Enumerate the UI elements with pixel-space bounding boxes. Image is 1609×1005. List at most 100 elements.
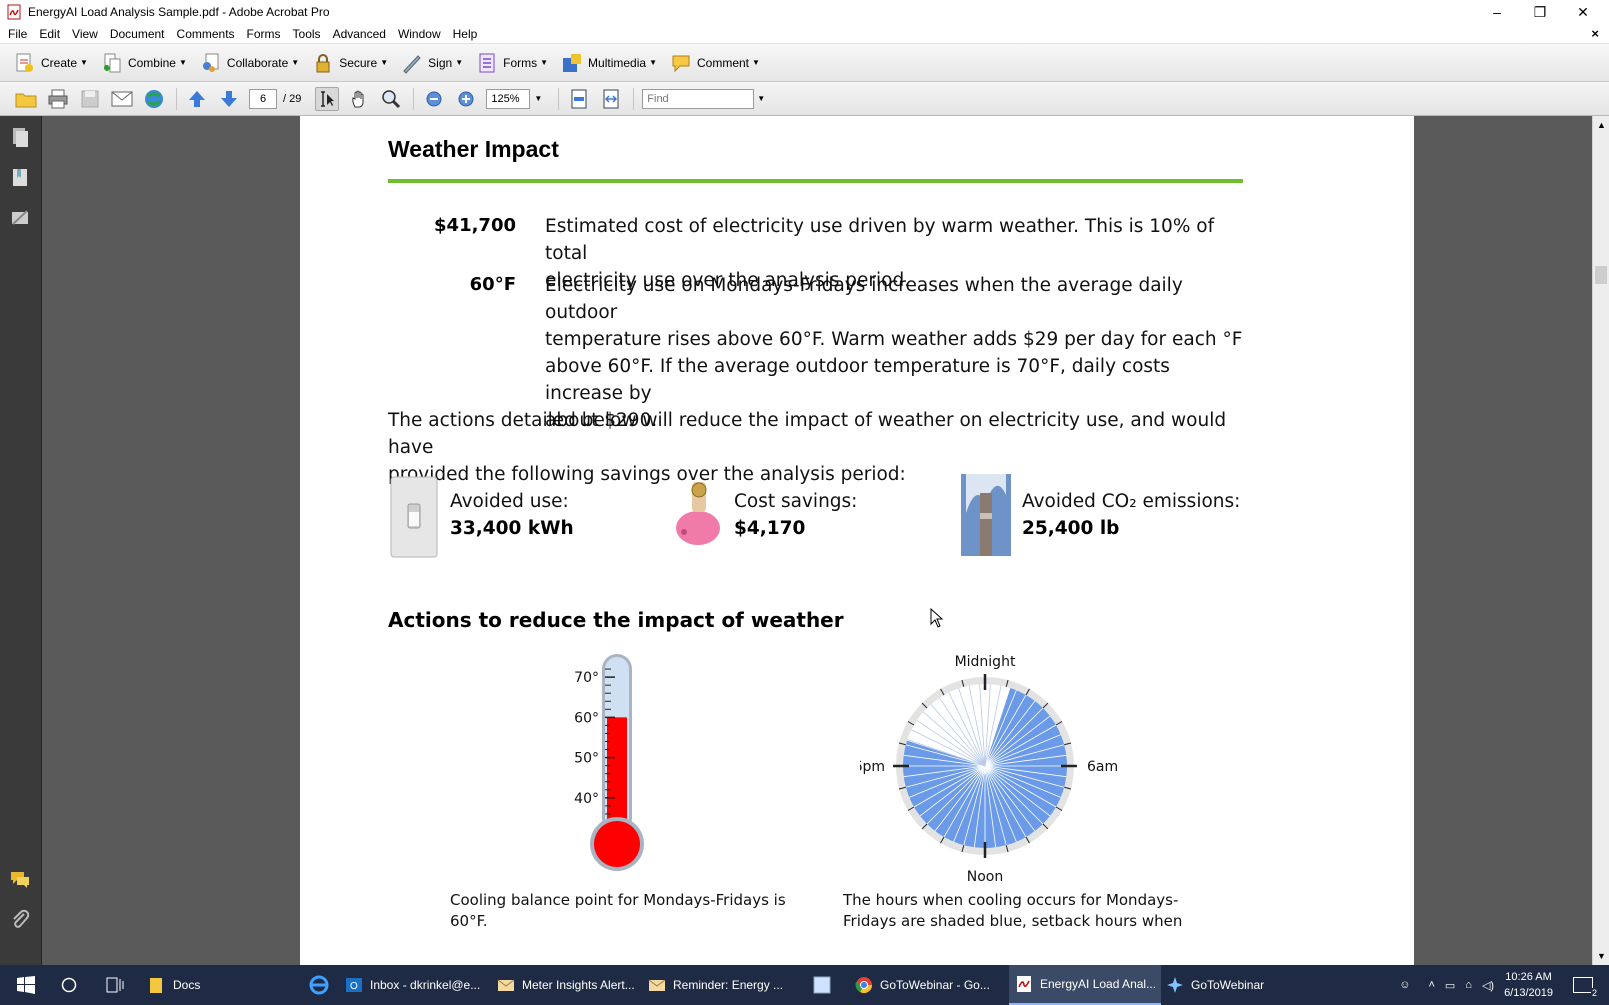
- taskbar-label: EnergyAI Load Anal...: [1040, 977, 1157, 991]
- menu-edit[interactable]: Edit: [39, 27, 60, 41]
- zoom-level-input[interactable]: 125%: [486, 88, 531, 109]
- menu-forms[interactable]: Forms: [247, 27, 281, 41]
- taskbar-acrobat-active[interactable]: EnergyAI Load Anal...: [1009, 965, 1161, 1005]
- network-icon[interactable]: ⌂: [1465, 979, 1472, 991]
- create-button[interactable]: Create ▼: [14, 52, 88, 74]
- scroll-up-icon[interactable]: ▲: [1597, 120, 1606, 130]
- notifications-icon[interactable]: 2: [1573, 977, 1598, 998]
- restore-button[interactable]: ❐: [1518, 0, 1562, 24]
- clock[interactable]: 10:26 AM 6/13/2019: [1504, 969, 1553, 1001]
- menu-bar: File Edit View Document Comments Forms T…: [0, 24, 1609, 44]
- clock-label-noon: Noon: [967, 869, 1003, 882]
- zoom-in-button[interactable]: [454, 87, 478, 111]
- open-button[interactable]: [14, 87, 38, 111]
- collaborate-label: Collaborate: [226, 55, 289, 70]
- forms-label: Forms: [503, 55, 538, 70]
- previous-page-button[interactable]: [185, 87, 209, 111]
- comment-button[interactable]: Comment ▼: [670, 52, 760, 74]
- secure-button[interactable]: Secure ▼: [312, 52, 388, 74]
- menu-tools[interactable]: Tools: [293, 27, 321, 41]
- save-button[interactable]: [78, 87, 102, 111]
- zoom-dropdown-caret-icon[interactable]: ▼: [534, 94, 542, 103]
- cooling-hours-clock-chart: Midnight 6am Noon 6pm: [860, 654, 1118, 882]
- bookmarks-panel-icon[interactable]: [9, 166, 31, 188]
- zoom-out-button[interactable]: [422, 87, 446, 111]
- thermometer-tick-label: 60°: [574, 710, 599, 726]
- menu-document[interactable]: Document: [110, 27, 165, 41]
- caret-down-icon: ▼: [455, 58, 464, 67]
- close-document-button[interactable]: ×: [1591, 26, 1599, 41]
- next-page-button[interactable]: [217, 87, 241, 111]
- scroll-down-icon[interactable]: ▼: [1597, 951, 1606, 961]
- create-label: Create: [41, 55, 78, 70]
- internet-explorer-icon[interactable]: [308, 974, 330, 996]
- comments-panel-icon[interactable]: [9, 868, 31, 890]
- signatures-panel-icon[interactable]: [9, 206, 31, 228]
- minimize-button[interactable]: –: [1475, 0, 1519, 24]
- fit-width-button[interactable]: [599, 87, 623, 111]
- thermometer-chart: 70° 60° 50° 40°: [574, 654, 644, 871]
- collaborate-button[interactable]: Collaborate ▼: [200, 52, 299, 74]
- battery-icon[interactable]: ▭: [1445, 979, 1455, 992]
- text-line: The hours when cooling occurs for Monday…: [843, 891, 1179, 909]
- taskbar-meter-insights[interactable]: Meter Insights Alert...: [497, 965, 645, 1005]
- fit-page-button[interactable]: [567, 87, 591, 111]
- taskbar-gotowebinar[interactable]: GoToWebinar: [1166, 965, 1316, 1005]
- windows-start-icon[interactable]: [17, 976, 35, 994]
- menu-file[interactable]: File: [8, 27, 27, 41]
- menu-window[interactable]: Window: [398, 27, 441, 41]
- taskbar-outlook-inbox[interactable]: O Inbox - dkrinkel@e...: [345, 965, 493, 1005]
- taskbar-label: GoToWebinar - Go...: [880, 978, 990, 992]
- taskbar-label: Reminder: Energy ...: [673, 978, 784, 992]
- smokestack-icon: [961, 474, 1011, 556]
- arrow-up-icon: [189, 90, 205, 107]
- caret-down-icon: ▼: [291, 58, 300, 67]
- volume-icon[interactable]: ◁): [1482, 979, 1494, 992]
- search-icon[interactable]: [61, 977, 77, 993]
- clock-label-6pm: 6pm: [860, 759, 885, 775]
- pages-panel-icon[interactable]: [9, 126, 31, 148]
- lock-icon: [316, 53, 330, 72]
- multimedia-label: Multimedia: [588, 55, 647, 70]
- attachments-panel-icon[interactable]: [9, 908, 31, 930]
- create-pdf-icon: [16, 53, 33, 72]
- email-button[interactable]: [110, 87, 134, 111]
- close-window-button[interactable]: ✕: [1561, 0, 1605, 24]
- thermometer-bulb: [594, 821, 640, 867]
- text-line: above 60°F. If the average outdoor tempe…: [545, 356, 1170, 404]
- find-dropdown-caret-icon[interactable]: ▼: [757, 94, 765, 103]
- menu-view[interactable]: View: [72, 27, 98, 41]
- chevron-up-icon[interactable]: ˄: [1428, 979, 1434, 991]
- taskbar-reminder[interactable]: Reminder: Energy ...: [648, 965, 796, 1005]
- people-icon[interactable]: ☺: [1399, 979, 1410, 991]
- notepad-icon[interactable]: [812, 975, 832, 995]
- thermometer-tick-label: 70°: [574, 670, 599, 686]
- select-tool-button[interactable]: [315, 86, 340, 111]
- forms-button[interactable]: Forms ▼: [476, 52, 548, 74]
- clock-caption: The hours when cooling occurs for Monday…: [843, 890, 1203, 932]
- find-input[interactable]: Find: [642, 88, 755, 109]
- caret-down-icon: ▼: [752, 58, 760, 67]
- title-divider: [388, 179, 1243, 183]
- menu-comments[interactable]: Comments: [177, 27, 235, 41]
- scroll-thumb[interactable]: [1595, 266, 1607, 284]
- metric-value: $4,170: [734, 518, 806, 539]
- vertical-scrollbar[interactable]: ▲ ▼: [1592, 116, 1609, 965]
- page-number-input[interactable]: 6: [249, 88, 277, 109]
- print-button[interactable]: [46, 87, 70, 111]
- stat-value: $41,700: [434, 215, 516, 236]
- share-button[interactable]: [142, 87, 166, 111]
- sign-button[interactable]: Sign ▼: [401, 52, 463, 74]
- date: 6/13/2019: [1504, 987, 1553, 999]
- multimedia-button[interactable]: Multimedia ▼: [561, 52, 657, 74]
- menu-help[interactable]: Help: [453, 27, 478, 41]
- comment-label: Comment: [696, 55, 749, 70]
- taskbar-docs[interactable]: Docs: [148, 965, 288, 1005]
- zoom-tool-button[interactable]: [379, 87, 403, 111]
- clock-label-midnight: Midnight: [955, 654, 1016, 670]
- task-view-icon[interactable]: [106, 977, 124, 993]
- combine-button[interactable]: Combine ▼: [101, 52, 187, 74]
- hand-tool-button[interactable]: [347, 87, 371, 111]
- taskbar-chrome-gotowebinar[interactable]: GoToWebinar - Go...: [855, 965, 1005, 1005]
- menu-advanced[interactable]: Advanced: [333, 27, 386, 41]
